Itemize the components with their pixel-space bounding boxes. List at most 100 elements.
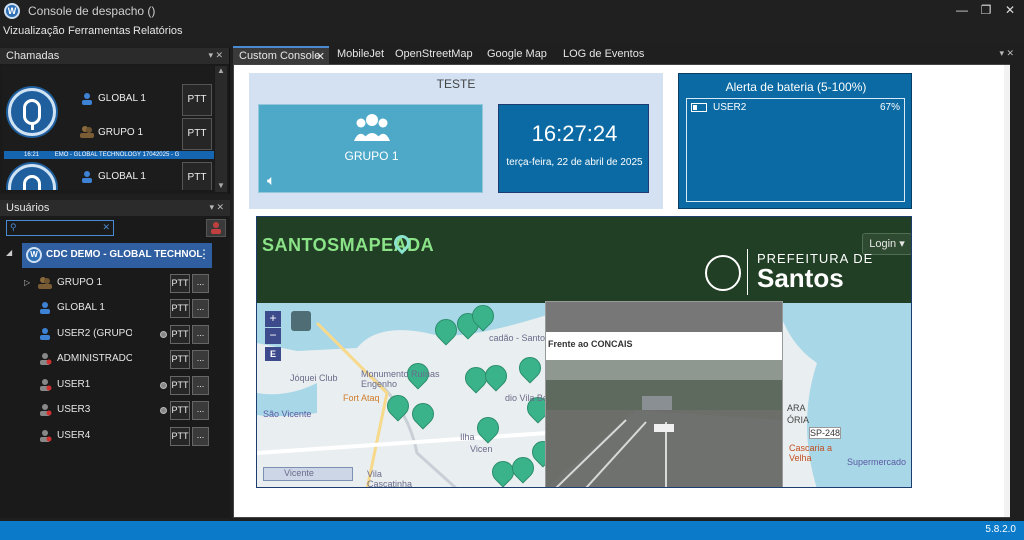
ptt-button[interactable]: PTT bbox=[182, 84, 212, 116]
ptt-button[interactable]: PTT bbox=[170, 376, 190, 395]
app-icon: W bbox=[4, 3, 20, 19]
tab-openstreetmap[interactable]: OpenStreetMap bbox=[389, 46, 479, 64]
ptt-button[interactable]: PTT bbox=[170, 350, 190, 369]
more-button[interactable]: ... bbox=[192, 274, 209, 293]
layer-e-button[interactable]: E bbox=[265, 347, 281, 361]
ptt-button[interactable]: PTT bbox=[170, 325, 190, 344]
battery-list: USER2 67% bbox=[686, 98, 905, 202]
users-panel-title: Usuários bbox=[6, 202, 50, 214]
zoom-in-button[interactable]: + bbox=[265, 311, 281, 327]
map-label: ÓRIA bbox=[787, 415, 810, 425]
minimize-icon[interactable]: — bbox=[954, 3, 970, 17]
calls-list: GLOBAL 1 PTT GRUPO 1 PTT 16:21 EMO - GLO… bbox=[2, 66, 214, 190]
camera-popup[interactable]: Frente ao CONCAIS bbox=[545, 301, 783, 487]
tree-item-label: USER4 bbox=[57, 430, 91, 441]
group-tile[interactable]: GRUPO 1 🔈︎ bbox=[258, 104, 483, 193]
tree-item[interactable]: USER2 (GRUPO 1 PTT ... bbox=[0, 323, 230, 347]
tab-menu-icon[interactable]: ▾ ✕ bbox=[999, 48, 1014, 59]
window-title: Console de despacho () bbox=[28, 4, 156, 18]
tree-item[interactable]: USER1 PTT ... bbox=[0, 374, 230, 398]
right-dock-scrollbar[interactable] bbox=[1010, 64, 1022, 518]
map-label: ARA bbox=[787, 403, 806, 413]
battery-alert-widget: Alerta de bateria (5-100%) USER2 67% bbox=[678, 73, 912, 209]
kebab-menu-icon[interactable]: ⋮ bbox=[198, 247, 210, 261]
group-icon bbox=[38, 277, 52, 292]
camera-feed[interactable] bbox=[546, 360, 782, 487]
calls-panel-header: Chamadas ▾ ✕ bbox=[0, 48, 229, 64]
calls-panel-title: Chamadas bbox=[6, 50, 60, 62]
status-icon bbox=[160, 407, 167, 414]
speaker-icon[interactable]: 🔈︎ bbox=[267, 172, 275, 189]
layers-icon[interactable] bbox=[291, 311, 311, 331]
more-button[interactable]: ... bbox=[192, 299, 209, 318]
login-label: Login bbox=[869, 238, 897, 250]
user-search-input[interactable]: ⚲ ✕ bbox=[6, 220, 114, 236]
map-web-view[interactable]: Jóquei Club Monumento Ruínas Engenho For… bbox=[256, 216, 912, 488]
more-button[interactable]: ... bbox=[192, 401, 209, 420]
call-group-label: GRUPO 1 bbox=[98, 127, 144, 138]
ptt-button[interactable]: PTT bbox=[170, 274, 190, 293]
tree-item[interactable]: ▷ GRUPO 1 PTT ... bbox=[0, 272, 230, 296]
calls-scrollbar[interactable]: ▲ ▼ bbox=[215, 66, 227, 192]
city-seal bbox=[705, 255, 741, 291]
more-button[interactable]: ... bbox=[192, 427, 209, 446]
menu-visualization[interactable]: Vizualização bbox=[3, 25, 65, 37]
status-bar: 5.8.2.0 bbox=[0, 521, 1024, 540]
tree-item-label: ADMINISTRADOR bbox=[57, 353, 132, 364]
tab-mobilejet[interactable]: MobileJet bbox=[331, 46, 390, 64]
tab-google-map[interactable]: Google Map bbox=[481, 46, 553, 64]
more-button[interactable]: ... bbox=[192, 376, 209, 395]
tree-item[interactable]: ADMINISTRADOR PTT ... bbox=[0, 348, 230, 372]
menu-tools[interactable]: Ferramentas bbox=[68, 25, 130, 37]
close-tab-icon[interactable]: ✕ bbox=[316, 50, 325, 63]
ptt-button[interactable]: PTT bbox=[170, 401, 190, 420]
tree-item[interactable]: USER4 PTT ... bbox=[0, 425, 230, 449]
tab-event-log[interactable]: LOG de Eventos bbox=[557, 46, 650, 64]
menu-reports[interactable]: Relatórios bbox=[133, 25, 183, 37]
custom-console-canvas: TESTE GRUPO 1 🔈︎ 16:27:24 terça-feira, 2… bbox=[233, 64, 1018, 518]
clock-tile: 16:27:24 terça-feira, 22 de abril de 202… bbox=[498, 104, 649, 193]
tree-item[interactable]: USER3 PTT ... bbox=[0, 399, 230, 423]
calls-panel: Chamadas ▾ ✕ GLOBAL 1 PTT GRUPO 1 PTT 16… bbox=[0, 48, 230, 194]
scroll-down-icon[interactable]: ▼ bbox=[215, 181, 227, 190]
battery-widget-title: Alerta de bateria (5-100%) bbox=[725, 80, 867, 94]
group-users-icon bbox=[354, 113, 390, 146]
scroll-up-icon[interactable]: ▲ bbox=[215, 66, 227, 75]
ptt-button[interactable]: PTT bbox=[170, 427, 190, 446]
more-button[interactable]: ... bbox=[192, 350, 209, 369]
group-widget-title: TESTE bbox=[436, 77, 476, 91]
battery-percent: 67% bbox=[879, 102, 900, 113]
clear-icon[interactable]: ✕ bbox=[102, 222, 110, 233]
expand-icon[interactable]: ▷ bbox=[24, 278, 30, 287]
call-avatar[interactable] bbox=[8, 88, 56, 136]
ptt-button[interactable]: PTT bbox=[182, 118, 212, 150]
panel-pin-icon[interactable]: ▾ ✕ bbox=[208, 50, 223, 61]
clock-time: 16:27:24 bbox=[531, 121, 618, 146]
tab-custom-console[interactable]: Custom Console ✕ bbox=[233, 46, 329, 64]
call-ticker: 16:21 EMO - GLOBAL TECHNOLOGY 17042025 -… bbox=[4, 151, 214, 159]
tree-item-label: USER3 bbox=[57, 404, 91, 415]
panel-pin-icon[interactable]: ▾ ✕ bbox=[209, 202, 224, 213]
tree-item-label: USER1 bbox=[57, 379, 91, 390]
popup-title: Frente ao CONCAIS bbox=[548, 339, 633, 349]
map-label: Vila Cascatinha bbox=[367, 469, 413, 488]
expand-collapse-icon[interactable]: ◢ bbox=[6, 248, 12, 257]
tree-root[interactable]: W CDC DEMO - GLOBAL TECHNOL ⋮ bbox=[22, 243, 212, 268]
status-icon bbox=[160, 331, 167, 338]
ptt-button[interactable]: PTT bbox=[182, 162, 212, 190]
user-filter-button[interactable] bbox=[206, 219, 226, 237]
tree-root-label: CDC DEMO - GLOBAL TECHNOL bbox=[46, 249, 203, 260]
restore-icon[interactable]: ❐ bbox=[978, 3, 994, 17]
status-icon bbox=[160, 382, 167, 389]
ptt-button[interactable]: PTT bbox=[170, 299, 190, 318]
tab-bar: Custom Console ✕ MobileJet OpenStreetMap… bbox=[233, 46, 1018, 64]
user-offline-icon bbox=[40, 379, 52, 394]
map-label: Monumento Ruínas Engenho bbox=[361, 369, 440, 389]
tree-item[interactable]: GLOBAL 1 PTT ... bbox=[0, 297, 230, 321]
map-label: Jóquei Club bbox=[290, 373, 338, 383]
zoom-out-button[interactable]: − bbox=[265, 328, 281, 344]
close-icon[interactable]: ✕ bbox=[1002, 3, 1018, 17]
call-avatar[interactable] bbox=[8, 164, 56, 190]
map-label: Cascaria a Velha bbox=[789, 443, 833, 463]
more-button[interactable]: ... bbox=[192, 325, 209, 344]
